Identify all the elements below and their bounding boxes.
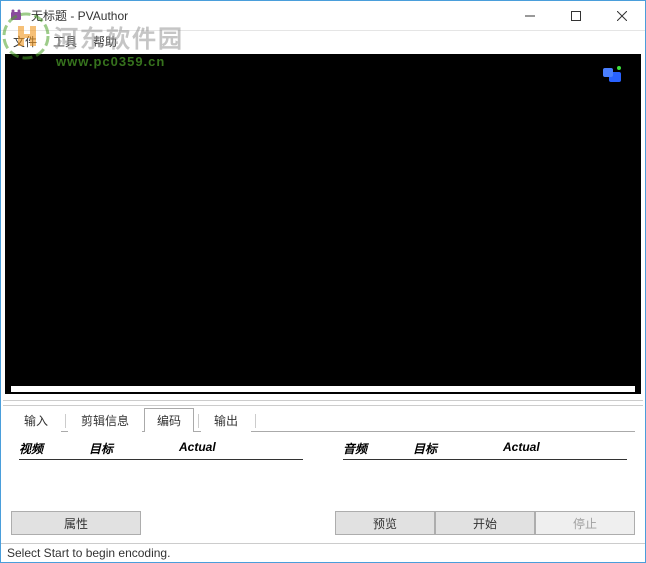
- app-icon: [9, 8, 25, 24]
- column-headers-row: 视频 目标 Actual 音频 目标 Actual: [19, 440, 627, 460]
- preview-button[interactable]: 预览: [335, 511, 435, 535]
- column-target-audio: 目标: [413, 440, 503, 457]
- app-window: 无标题 - PVAuthor 文件 工具 帮助 输入: [0, 0, 646, 563]
- audio-columns: 音频 目标 Actual: [343, 440, 627, 460]
- properties-button[interactable]: 属性: [11, 511, 141, 535]
- column-video: 视频: [19, 440, 89, 457]
- tab-crop[interactable]: 剪辑信息: [68, 408, 142, 432]
- button-bar: 属性 预览 开始 停止: [3, 507, 643, 541]
- minimize-button[interactable]: [507, 1, 553, 31]
- content-area: 输入 剪辑信息 编码 输出 视频 目标 Actual 音频 目标: [1, 52, 645, 543]
- video-columns: 视频 目标 Actual: [19, 440, 303, 460]
- column-target-video: 目标: [89, 440, 179, 457]
- window-title: 无标题 - PVAuthor: [31, 7, 507, 24]
- start-button[interactable]: 开始: [435, 511, 535, 535]
- column-actual-audio: Actual: [503, 440, 627, 457]
- maximize-button[interactable]: [553, 1, 599, 31]
- statusbar: Select Start to begin encoding.: [1, 543, 645, 562]
- progress-bar[interactable]: [11, 386, 635, 392]
- tab-row: 输入 剪辑信息 编码 输出: [11, 410, 635, 432]
- tab-output[interactable]: 输出: [201, 408, 251, 432]
- video-preview-panel: [5, 54, 641, 394]
- tab-encode[interactable]: 编码: [144, 408, 194, 432]
- tab-separator: [65, 414, 66, 428]
- tab-input[interactable]: 输入: [11, 408, 61, 432]
- stop-button[interactable]: 停止: [535, 511, 635, 535]
- close-button[interactable]: [599, 1, 645, 31]
- titlebar: 无标题 - PVAuthor: [1, 1, 645, 31]
- encode-tab-content: 视频 目标 Actual 音频 目标 Actual: [11, 432, 635, 507]
- column-actual-video: Actual: [179, 440, 303, 457]
- status-text: Select Start to begin encoding.: [7, 546, 170, 560]
- menubar: 文件 工具 帮助: [1, 31, 645, 52]
- column-audio: 音频: [343, 440, 413, 457]
- menu-tools[interactable]: 工具: [45, 31, 85, 52]
- status-indicator-icon: [599, 66, 623, 86]
- window-controls: [507, 1, 645, 31]
- tabs-panel: 输入 剪辑信息 编码 输出 视频 目标 Actual 音频 目标: [3, 406, 643, 507]
- tab-separator: [198, 414, 199, 428]
- tab-separator: [255, 414, 256, 428]
- menu-help[interactable]: 帮助: [85, 31, 125, 52]
- menu-file[interactable]: 文件: [5, 31, 45, 52]
